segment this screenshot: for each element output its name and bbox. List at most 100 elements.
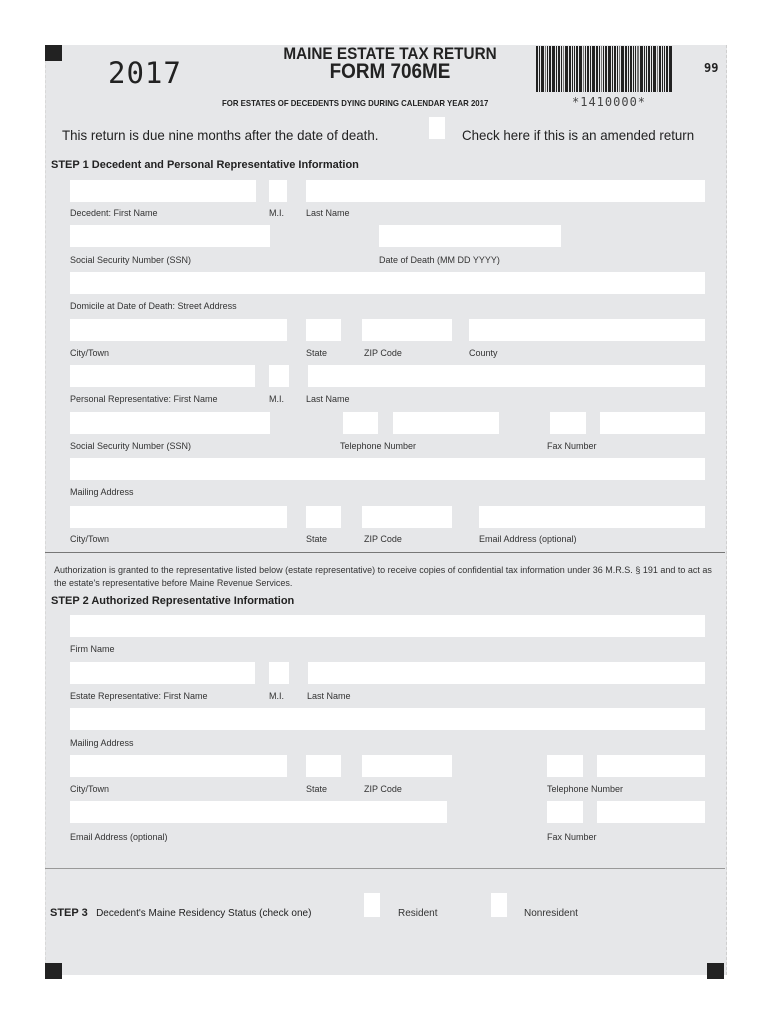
decedent-city-field[interactable]: [70, 319, 287, 341]
barcode-bar: [669, 46, 672, 92]
barcode-bar: [659, 46, 661, 92]
estate-rep-phone-area-field[interactable]: [547, 755, 583, 777]
estate-rep-fax-number-field[interactable]: [597, 801, 705, 823]
barcode-bar: [653, 46, 656, 92]
decedent-state-label: State: [306, 348, 328, 358]
decedent-ssn-field[interactable]: [70, 225, 270, 247]
barcode-bar: [599, 46, 600, 92]
barcode-bar: [565, 46, 568, 92]
barcode-bar: [587, 46, 589, 92]
estate-rep-mailing-address-field[interactable]: [70, 708, 705, 730]
date-of-death-field[interactable]: [379, 225, 561, 247]
decedent-county-field[interactable]: [469, 319, 705, 341]
estate-rep-phone-label: Telephone Number: [547, 784, 624, 794]
estate-rep-zip-field[interactable]: [362, 755, 452, 777]
barcode-bar: [572, 46, 573, 92]
barcode-bar: [628, 46, 629, 92]
barcode-bar: [561, 46, 562, 92]
rep-fax-label: Fax Number: [547, 441, 597, 451]
estate-rep-mi-field[interactable]: [269, 662, 289, 684]
rep-state-label: State: [306, 534, 328, 544]
barcode-bar: [666, 46, 668, 92]
domicile-street-field[interactable]: [70, 272, 705, 294]
decedent-state-field[interactable]: [306, 319, 341, 341]
rep-last-name-field[interactable]: [308, 365, 705, 387]
decedent-last-name-field[interactable]: [306, 180, 705, 202]
rep-fax-area-field[interactable]: [550, 412, 586, 434]
rep-ssn-label: Social Security Number (SSN): [70, 441, 192, 451]
decedent-zip-field[interactable]: [362, 319, 452, 341]
estate-rep-last-name-field[interactable]: [308, 662, 705, 684]
registration-mark-bottom-left: [45, 963, 62, 979]
estate-rep-email-field[interactable]: [70, 801, 447, 823]
residency-question: Decedent's Maine Residency Status (check…: [96, 908, 312, 919]
barcode-bar: [569, 46, 571, 92]
decedent-city-label: City/Town: [70, 348, 110, 358]
barcode-bar: [552, 46, 555, 92]
amended-return-checkbox[interactable]: [429, 117, 445, 139]
barcode-bar: [592, 46, 595, 92]
barcode-bar: [603, 46, 604, 92]
barcode-bar: [612, 46, 613, 92]
decedent-ssn-label: Social Security Number (SSN): [70, 255, 192, 265]
registration-mark-bottom-right: [707, 963, 724, 979]
estate-rep-fax-area-field[interactable]: [547, 801, 583, 823]
barcode-bar: [630, 46, 632, 92]
barcode-bar: [646, 46, 647, 92]
estate-rep-first-name-field[interactable]: [70, 662, 255, 684]
estate-rep-city-label: City/Town: [70, 784, 110, 794]
estate-rep-phone-number-field[interactable]: [597, 755, 705, 777]
barcode-bar: [558, 46, 560, 92]
resident-checkbox[interactable]: [364, 893, 380, 917]
rep-ssn-field[interactable]: [70, 412, 270, 434]
tax-year: 2017: [108, 56, 182, 90]
rep-mailing-address-field[interactable]: [70, 458, 705, 480]
estate-rep-state-label: State: [306, 784, 328, 794]
resident-label: Resident: [398, 908, 438, 919]
rep-state-field[interactable]: [306, 506, 341, 528]
estate-rep-first-name-label: Estate Representative: First Name: [70, 691, 208, 701]
step3-row: STEP 3 Decedent's Maine Residency Status…: [50, 907, 311, 919]
section-divider: [45, 552, 725, 553]
decedent-first-name-label: Decedent: First Name: [70, 208, 158, 218]
rep-city-label: City/Town: [70, 534, 110, 544]
rep-mi-field[interactable]: [269, 365, 289, 387]
decedent-last-name-label: Last Name: [306, 208, 350, 218]
decedent-county-label: County: [469, 348, 498, 358]
decedent-mi-field[interactable]: [269, 180, 287, 202]
date-of-death-label: Date of Death (MM DD YYYY): [379, 255, 500, 265]
barcode-bar: [662, 46, 663, 92]
barcode-bar: [648, 46, 650, 92]
rep-first-name-field[interactable]: [70, 365, 255, 387]
step2-title: STEP 2 Authorized Representative Informa…: [51, 595, 295, 607]
estate-rep-zip-label: ZIP Code: [364, 784, 402, 794]
barcode-bar: [664, 46, 665, 92]
barcode-bar: [625, 46, 627, 92]
domicile-street-label: Domicile at Date of Death: Street Addres…: [70, 301, 237, 311]
estate-rep-mi-label: M.I.: [269, 691, 284, 701]
rep-zip-field[interactable]: [362, 506, 452, 528]
rep-phone-number-field[interactable]: [393, 412, 499, 434]
estate-rep-city-field[interactable]: [70, 755, 287, 777]
authorization-text: Authorization is granted to the represen…: [54, 565, 712, 588]
barcode-bar: [608, 46, 611, 92]
rep-fax-number-field[interactable]: [600, 412, 705, 434]
barcode-bar: [541, 46, 544, 92]
rep-email-field[interactable]: [479, 506, 705, 528]
rep-city-field[interactable]: [70, 506, 287, 528]
barcode-bar: [601, 46, 602, 92]
firm-name-label: Firm Name: [70, 644, 115, 654]
step1-title: STEP 1 Decedent and Personal Representat…: [51, 159, 359, 171]
barcode-bar: [590, 46, 591, 92]
barcode-bar: [585, 46, 586, 92]
firm-name-field[interactable]: [70, 615, 705, 637]
barcode-bar: [545, 46, 546, 92]
rep-phone-area-field[interactable]: [343, 412, 378, 434]
estate-rep-state-field[interactable]: [306, 755, 341, 777]
nonresident-checkbox[interactable]: [491, 893, 507, 917]
decedent-first-name-field[interactable]: [70, 180, 256, 202]
rep-phone-label: Telephone Number: [340, 441, 417, 451]
barcode-bar: [617, 46, 618, 92]
barcode-bar: [651, 46, 652, 92]
barcode-bar: [549, 46, 551, 92]
